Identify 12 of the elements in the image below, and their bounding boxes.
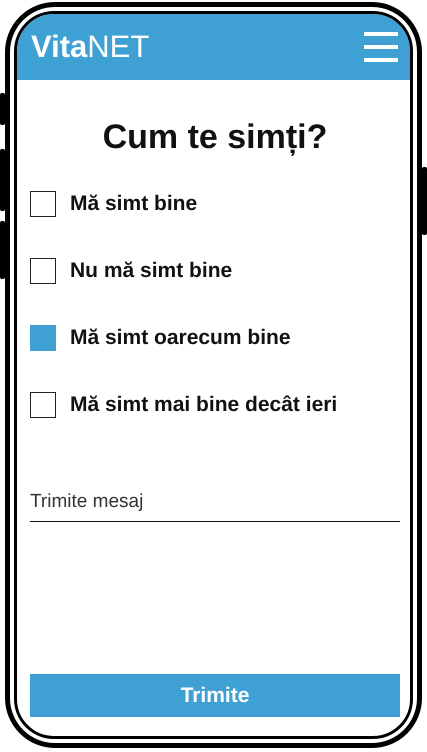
checkbox[interactable] [30,392,56,418]
checkbox[interactable] [30,325,56,351]
page-title: Cum te simți? [102,118,328,157]
option-label: Mă simt bine [70,192,198,216]
checkbox[interactable] [30,191,56,217]
logo: VitaNET [31,29,150,65]
option-label: Nu mă simt bine [70,259,232,283]
menu-icon[interactable] [364,32,398,62]
checkbox[interactable] [30,258,56,284]
option-label: Mă simt mai bine decât ieri [70,393,338,417]
option-label: Mă simt oarecum bine [70,326,291,350]
submit-button[interactable]: Trimite [30,674,400,717]
